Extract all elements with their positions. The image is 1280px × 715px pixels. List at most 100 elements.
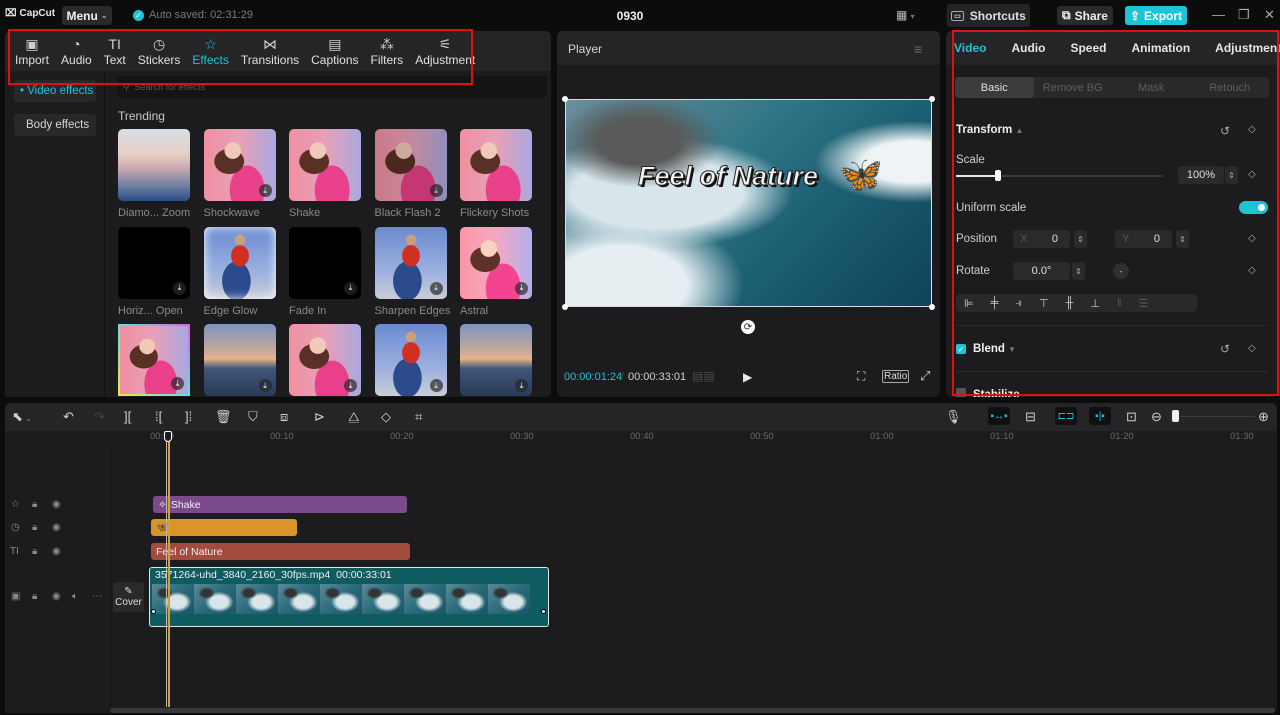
- layout-icon[interactable]: ▦ ▾: [896, 8, 915, 22]
- cover-button[interactable]: ✎ Cover: [113, 582, 144, 612]
- effect-thumbnail[interactable]: ⤓: [289, 226, 361, 299]
- eye-icon[interactable]: ◉: [52, 522, 61, 533]
- keyframe-icon[interactable]: ◇: [1248, 169, 1256, 180]
- effect-item[interactable]: ⤓ Sharpen Edges: [374, 226, 450, 317]
- reset-icon[interactable]: ↺: [1220, 342, 1230, 356]
- scale-stepper[interactable]: ⇕: [1225, 166, 1238, 184]
- reverse-icon[interactable]: ⊳: [314, 409, 325, 425]
- subtab-remove-bg[interactable]: Remove BG: [1034, 77, 1113, 98]
- timeline-scrollbar[interactable]: [110, 708, 1275, 713]
- blend-checkbox[interactable]: ✓: [956, 344, 966, 354]
- download-icon[interactable]: ⤓: [258, 379, 272, 392]
- timeline-zoom-slider[interactable]: [1180, 416, 1255, 417]
- eye-icon[interactable]: ◉: [52, 591, 61, 602]
- subtab-basic[interactable]: Basic: [955, 77, 1034, 98]
- video-preview[interactable]: [565, 99, 932, 307]
- effect-item[interactable]: ⤓: [203, 324, 276, 397]
- split-left-icon[interactable]: ⁞[: [155, 409, 162, 424]
- mirror-icon[interactable]: ⧋: [348, 409, 360, 425]
- more-icon[interactable]: ⋯: [92, 591, 102, 602]
- resize-handle[interactable]: [562, 96, 568, 102]
- resize-handle[interactable]: [562, 304, 568, 310]
- distribute-h-icon[interactable]: ‖: [1117, 297, 1122, 309]
- lock-icon[interactable]: 🔒︎: [32, 591, 37, 602]
- effect-item[interactable]: ⤓ Fade In: [289, 226, 361, 317]
- share-button[interactable]: ⧉ Share: [1057, 6, 1113, 25]
- tab-captions[interactable]: ▤ Captions: [305, 31, 364, 71]
- lock-icon[interactable]: 🔒︎: [32, 522, 37, 533]
- reset-icon[interactable]: ↺: [1220, 124, 1230, 138]
- undo-icon[interactable]: ↶: [63, 409, 74, 425]
- tab-filters[interactable]: ⁂ Filters: [365, 31, 410, 71]
- scale-input[interactable]: 100%: [1178, 166, 1224, 184]
- effect-thumbnail[interactable]: ⤓: [118, 226, 190, 299]
- side-item-video-effects[interactable]: • Video effects: [14, 80, 96, 102]
- tab-animation[interactable]: Animation: [1131, 41, 1190, 55]
- rotate-stepper[interactable]: ⇕: [1072, 262, 1085, 280]
- effect-thumbnail[interactable]: [203, 226, 276, 299]
- tab-video[interactable]: Video: [954, 41, 986, 55]
- effect-item[interactable]: Flickery Shots: [460, 129, 532, 219]
- resize-handle[interactable]: [929, 96, 935, 102]
- video-overlay-text[interactable]: Feel of Nature: [637, 161, 818, 192]
- download-icon[interactable]: ⤓: [258, 184, 272, 197]
- split-right-icon[interactable]: ]⁞: [185, 409, 192, 424]
- eye-icon[interactable]: ◉: [52, 546, 61, 557]
- effect-thumbnail[interactable]: ⤓: [374, 129, 447, 201]
- rotate-handle-icon[interactable]: ⟳: [741, 320, 755, 334]
- menu-button[interactable]: Menu ⌄: [62, 6, 112, 25]
- subtab-mask[interactable]: Mask: [1112, 77, 1191, 98]
- effect-thumbnail[interactable]: ⤓: [289, 324, 361, 396]
- playhead-handle[interactable]: [164, 431, 172, 442]
- effect-thumbnail[interactable]: ⤓: [460, 226, 532, 299]
- fullscreen-icon[interactable]: ⤢: [920, 368, 930, 384]
- restore-icon[interactable]: ❐: [1238, 7, 1250, 23]
- rotate-input[interactable]: 0.0°: [1013, 262, 1070, 280]
- timecode-bars-icon[interactable]: ▤▤: [692, 369, 715, 383]
- tab-adjustment[interactable]: ⚟ Adjustment: [409, 31, 481, 71]
- effect-thumbnail[interactable]: ⤓: [203, 129, 276, 201]
- position-y-stepper[interactable]: ⇕: [1176, 230, 1189, 248]
- effects-search-input[interactable]: ⚲ Search for effects: [117, 76, 547, 98]
- tab-effects[interactable]: ☆ Effects: [186, 31, 234, 71]
- tab-transitions[interactable]: ⋈ Transitions: [235, 31, 305, 71]
- select-tool-icon[interactable]: ⬉ ⌄: [12, 409, 32, 425]
- rotate-icon[interactable]: ◇: [381, 409, 391, 425]
- tab-speed[interactable]: Speed: [1070, 41, 1106, 55]
- chevron-down-icon[interactable]: ▼: [1008, 345, 1016, 354]
- eye-icon[interactable]: ◉: [52, 499, 61, 510]
- keyframe-icon[interactable]: ◇: [1248, 343, 1256, 354]
- stabilize-checkbox[interactable]: [956, 388, 966, 397]
- marker-icon[interactable]: ⛉: [248, 409, 258, 425]
- effect-item[interactable]: Diamo... Zoom: [118, 129, 190, 219]
- uniform-scale-toggle[interactable]: [1239, 201, 1268, 214]
- effect-thumbnail[interactable]: ⤓: [118, 324, 190, 396]
- align-top-icon[interactable]: ⊤: [1039, 297, 1049, 310]
- keyframe-icon[interactable]: ◇: [1248, 265, 1256, 276]
- microphone-icon[interactable]: 🎙: [945, 409, 962, 425]
- zoom-out-icon[interactable]: ⊖: [1151, 409, 1162, 425]
- zoom-in-icon[interactable]: ⊕: [1258, 409, 1269, 425]
- download-icon[interactable]: ⤓: [515, 281, 528, 295]
- subtab-retouch[interactable]: Retouch: [1191, 77, 1270, 98]
- freeze-icon[interactable]: ⧈: [280, 409, 288, 425]
- effect-thumbnail[interactable]: ⤓: [203, 324, 276, 396]
- tab-audio[interactable]: Audio: [1011, 41, 1045, 55]
- effect-item[interactable]: ⤓ Shockwave: [203, 129, 276, 219]
- play-button[interactable]: ▶: [743, 370, 752, 384]
- keyframe-icon[interactable]: ◇: [1248, 124, 1256, 135]
- text-clip[interactable]: Feel of Nature: [151, 543, 410, 560]
- lock-icon[interactable]: 🔒︎: [32, 499, 37, 510]
- download-icon[interactable]: ⤓: [344, 281, 357, 295]
- main-track-magnet-button[interactable]: ▪↔▪: [988, 407, 1010, 425]
- zoom-fit-icon[interactable]: ⛶: [857, 369, 865, 384]
- menu-icon[interactable]: ≡: [914, 41, 922, 57]
- effect-thumbnail[interactable]: ⤓: [374, 324, 447, 396]
- download-icon[interactable]: ⤓: [171, 377, 184, 390]
- redo-icon[interactable]: ↷: [94, 409, 105, 425]
- effect-item[interactable]: ⤓: [118, 324, 190, 397]
- effect-item[interactable]: Edge Glow: [203, 226, 276, 317]
- clip-trim-handle[interactable]: [541, 609, 546, 614]
- effect-thumbnail[interactable]: [289, 129, 361, 201]
- keyframe-icon[interactable]: ◇: [1248, 233, 1256, 244]
